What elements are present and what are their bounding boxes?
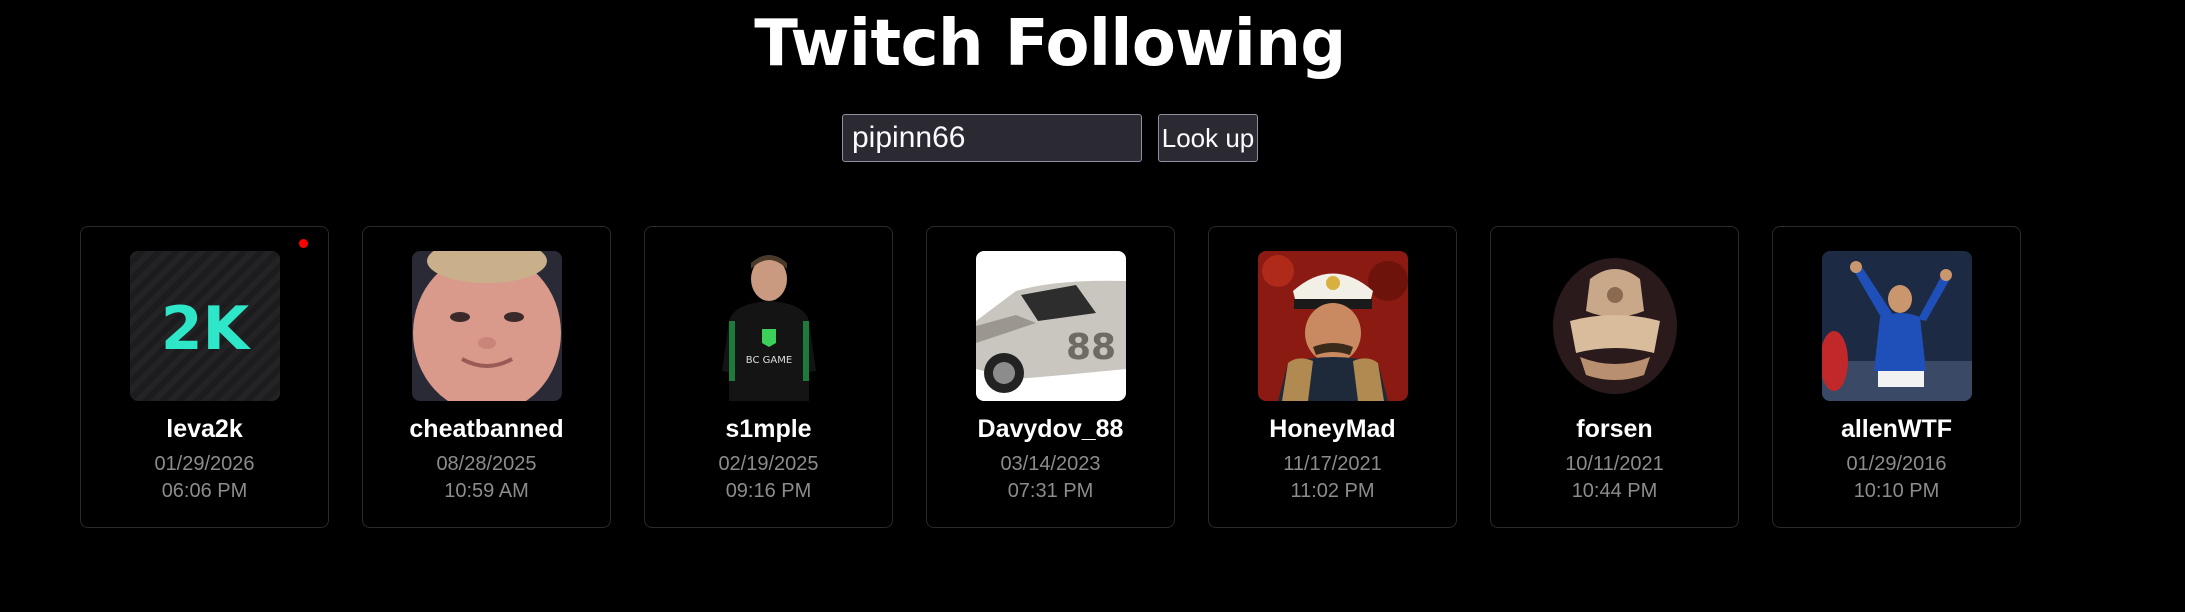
race-car-avatar: 88 bbox=[976, 251, 1126, 401]
search-row: Look up bbox=[842, 114, 1258, 162]
follow-card[interactable]: forsen 10/11/2021 10:44 PM bbox=[1490, 226, 1739, 528]
follow-card[interactable]: cheatbanned 08/28/2025 10:59 AM bbox=[362, 226, 611, 528]
channel-name: cheatbanned bbox=[409, 415, 564, 443]
follow-date: 03/14/2023 bbox=[1000, 453, 1101, 475]
username-input[interactable] bbox=[842, 114, 1142, 162]
leva2k-logo-avatar: 2K bbox=[130, 251, 280, 401]
channel-avatar[interactable]: 88 bbox=[976, 251, 1126, 401]
channel-name: Davydov_88 bbox=[977, 415, 1124, 443]
follow-time: 11:02 PM bbox=[1290, 480, 1375, 502]
page-title: Twitch Following bbox=[754, 7, 1346, 81]
follow-time: 10:10 PM bbox=[1853, 480, 1940, 502]
channel-name: s1mple bbox=[725, 415, 812, 443]
follow-time: 10:44 PM bbox=[1571, 480, 1658, 502]
follow-date: 01/29/2016 bbox=[1846, 453, 1947, 475]
footballer-avatar bbox=[1822, 251, 1972, 401]
channel-avatar[interactable] bbox=[412, 251, 562, 401]
follow-time: 07:31 PM bbox=[1007, 480, 1094, 502]
channel-avatar[interactable]: BC GAME bbox=[694, 251, 844, 401]
channel-name: leva2k bbox=[166, 415, 243, 443]
look-up-button[interactable]: Look up bbox=[1158, 114, 1258, 162]
sepia-emblem-avatar bbox=[1540, 251, 1690, 401]
follow-date: 10/11/2021 bbox=[1565, 453, 1664, 475]
follow-date: 02/19/2025 bbox=[718, 453, 819, 475]
svg-text:88: 88 bbox=[1066, 327, 1116, 368]
channel-name: HoneyMad bbox=[1269, 415, 1396, 443]
follow-card[interactable]: allenWTF 01/29/2016 10:10 PM bbox=[1772, 226, 2021, 528]
follow-date: 11/17/2021 bbox=[1283, 453, 1382, 475]
follow-date: 01/29/2026 bbox=[154, 453, 255, 475]
captain-illustration-avatar bbox=[1258, 251, 1408, 401]
follow-card[interactable]: 2K leva2k 01/29/2026 06:06 PM bbox=[80, 226, 329, 528]
follow-time: 09:16 PM bbox=[725, 480, 812, 502]
svg-text:BC GAME: BC GAME bbox=[746, 355, 792, 366]
channel-avatar[interactable] bbox=[1540, 251, 1690, 401]
player-jersey-avatar: BC GAME bbox=[694, 251, 844, 401]
follow-card[interactable]: 88 Davydov_88 03/14/2023 07:31 PM bbox=[926, 226, 1175, 528]
face-closeup-avatar bbox=[412, 251, 562, 401]
page: Twitch Following Look up 2K bbox=[0, 0, 2185, 612]
channel-avatar[interactable] bbox=[1258, 251, 1408, 401]
channel-avatar[interactable] bbox=[1822, 251, 1972, 401]
channel-avatar[interactable]: 2K bbox=[130, 251, 280, 401]
follow-card[interactable]: HoneyMad 11/17/2021 11:02 PM bbox=[1208, 226, 1457, 528]
follow-time: 06:06 PM bbox=[161, 480, 248, 502]
channel-name: forsen bbox=[1576, 415, 1653, 443]
follow-card[interactable]: BC GAME s1mple 02/19/2025 09:16 PM bbox=[644, 226, 893, 528]
live-indicator bbox=[299, 239, 308, 248]
follow-time: 10:59 AM bbox=[444, 480, 529, 502]
svg-text:2K: 2K bbox=[161, 294, 252, 364]
channel-name: allenWTF bbox=[1840, 415, 1953, 443]
following-list: 2K leva2k 01/29/2026 06:06 PM cheatbanne… bbox=[80, 226, 2054, 528]
follow-date: 08/28/2025 bbox=[436, 453, 537, 475]
